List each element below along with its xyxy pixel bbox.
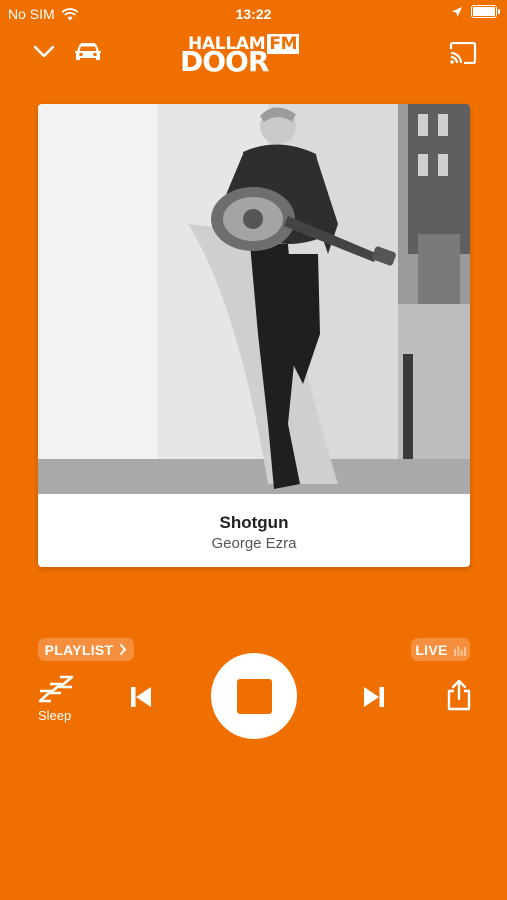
track-title: Shotgun: [219, 513, 289, 532]
playlist-label: PLAYLIST: [44, 641, 114, 658]
battery-icon: [471, 5, 500, 18]
sleep-label: Sleep: [38, 708, 72, 723]
sleep-zzz-icon: [38, 675, 74, 703]
equalizer-icon: [453, 645, 466, 656]
skip-next-icon: [364, 687, 384, 707]
chevron-down-icon: [33, 45, 55, 58]
stop-button[interactable]: [211, 653, 297, 739]
live-label: LIVE: [415, 641, 448, 658]
collapse-chevron-button[interactable]: [32, 42, 56, 62]
share-button[interactable]: [444, 677, 474, 713]
status-bar: No SIM 13:22: [0, 0, 507, 28]
share-icon: [447, 679, 471, 711]
location-arrow-icon: [452, 6, 462, 17]
track-artist: George Ezra: [211, 535, 297, 552]
skip-previous-icon: [131, 687, 151, 707]
chevron-right-icon: [120, 644, 127, 655]
previous-button[interactable]: [126, 682, 156, 712]
sleep-timer-button[interactable]: [36, 674, 76, 706]
playlist-button[interactable]: PLAYLIST: [38, 638, 134, 661]
car-icon: [75, 43, 101, 60]
cast-icon: [449, 42, 477, 64]
status-time: 13:22: [235, 6, 272, 22]
now-playing-card: Shotgun George Ezra: [38, 104, 470, 567]
live-button[interactable]: LIVE: [411, 638, 470, 661]
hallam-fm-logo: HALLAM FM DOOR: [180, 34, 300, 78]
stop-icon: [236, 678, 272, 714]
car-mode-button[interactable]: [72, 40, 104, 66]
cast-button[interactable]: [448, 40, 478, 66]
next-button[interactable]: [359, 682, 389, 712]
album-artwork: [38, 104, 470, 494]
